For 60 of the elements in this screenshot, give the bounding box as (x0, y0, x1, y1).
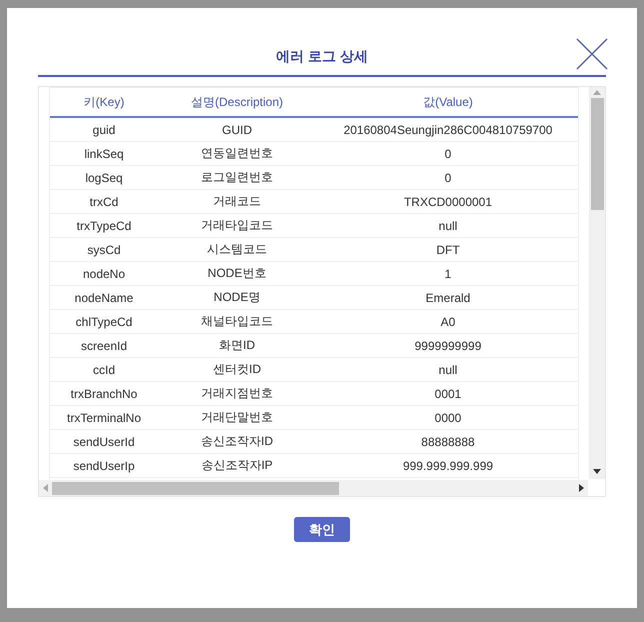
confirm-button[interactable]: 확인 (294, 517, 350, 542)
table-cell-text: TRXCD0000001 (402, 194, 494, 210)
table-cell-text: 로그일련번호 (200, 169, 274, 186)
table-cell-text: 송신조작자IP (200, 457, 274, 474)
table-cell-text: 채널타입코드 (200, 313, 274, 330)
table-cell-text: 9999999999 (414, 338, 482, 354)
table-cell-text: 거래타입코드 (200, 217, 274, 234)
table-cell-text: 연동일련번호 (200, 145, 274, 162)
column-header: 키(Key) (82, 94, 126, 110)
table-cell-text: 999.999.999.999 (402, 458, 494, 474)
table-cell-text: 송신조작자ID (200, 433, 274, 450)
table-cell-text: GUID (221, 122, 253, 138)
table-cell-text: 시스템코드 (206, 241, 268, 258)
scroll-thumb[interactable] (52, 482, 339, 494)
scroll-down-icon[interactable] (593, 469, 602, 474)
scroll-up-icon[interactable] (593, 90, 602, 95)
table-cell-text: chlTypeCd (74, 314, 134, 330)
table-cell-text: trxTypeCd (76, 218, 132, 234)
column-header: 설명(Description) (190, 94, 284, 110)
table-cell-text: 0 (444, 146, 452, 162)
dialog-title: 에러 로그 상세 (276, 48, 368, 66)
table-cell-text: DFT (435, 242, 461, 258)
close-icon (576, 38, 608, 70)
table-cell-text: sysCd (86, 242, 122, 258)
table-cell-text: ccId (92, 362, 116, 378)
table-cell-text: NODE명 (212, 289, 262, 306)
table-cell-text: trxBranchNo (70, 386, 138, 402)
table-cell-text: Emerald (424, 290, 472, 306)
table-cell-text: 0001 (434, 386, 462, 402)
table-cell-text: screenId (80, 338, 128, 354)
horizontal-scrollbar[interactable] (39, 480, 588, 496)
close-button[interactable] (576, 38, 608, 70)
table-cell-text: NODE번호 (206, 265, 268, 282)
table-cell-text: sendUserId (72, 434, 136, 450)
table-cell-text: nodeName (74, 290, 134, 306)
table-cell-text: 화면ID (218, 337, 256, 354)
table-cell-text: 0000 (434, 410, 462, 426)
scroll-left-icon[interactable] (43, 484, 48, 492)
table-cell-text: linkSeq (83, 146, 125, 162)
table-cell-text: 거래지점번호 (200, 385, 274, 402)
table-cell-text: null (438, 362, 458, 378)
scroll-right-icon[interactable] (579, 484, 584, 492)
table-cell-text: 1 (444, 266, 452, 282)
vertical-scrollbar[interactable] (589, 87, 605, 479)
table-cell-text: null (438, 218, 458, 234)
table-cell-text: 0 (444, 170, 452, 186)
table-cell-text: trxCd (88, 194, 120, 210)
table-cell-text: logSeq (84, 170, 124, 186)
column-header: 값(Value) (422, 94, 474, 110)
table-cell-text: 거래단말번호 (200, 409, 274, 426)
table-cell-text: nodeNo (82, 266, 126, 282)
table-cell-text: guid (92, 122, 116, 138)
scroll-thumb[interactable] (590, 98, 604, 210)
table-cell-text: sendUserIp (72, 458, 136, 474)
table-cell-text: A0 (440, 314, 456, 330)
table-cell-text: 88888888 (420, 434, 476, 450)
table-cell-text: 거래코드 (212, 193, 262, 210)
table-cell-text: 센터컷ID (212, 361, 262, 378)
table-cell-text: trxTerminalNo (66, 410, 142, 426)
table-cell-text: 20160804Seungjin286C004810759700 (342, 122, 554, 138)
